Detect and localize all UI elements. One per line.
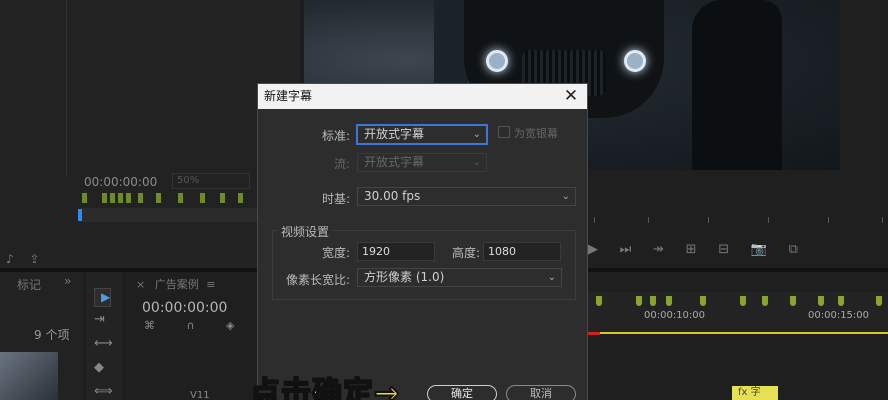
play-icon[interactable]: ▶ [588,242,598,257]
stream-value: 开放式字幕 [364,155,425,169]
timeline-marker[interactable] [876,296,882,306]
panel-divider [66,0,67,175]
height-label: 高度: [451,246,480,260]
marker [126,193,131,203]
widescreen-label: 为宽银幕 [514,127,558,140]
program-ruler [588,213,888,223]
standard-value: 开放式字幕 [364,127,425,141]
timeline-marker[interactable] [666,296,672,306]
timeline-marker[interactable] [762,296,768,306]
tab-close-icon[interactable]: × [136,278,145,291]
width-label: 宽度: [321,246,350,260]
item-count: 9 个项 [34,328,70,342]
marker [178,193,183,203]
caption-clip[interactable]: fx 字 [732,386,778,400]
person-silhouette [692,0,782,170]
headlight [486,50,508,72]
compare-icon[interactable]: ⧉ [789,242,798,257]
ripple-edit-tool-icon[interactable]: ⟷ [94,336,113,351]
timeline-marker[interactable] [818,296,824,306]
timeline-marker[interactable] [650,296,656,306]
widescreen-checkbox[interactable] [498,126,510,138]
selection-tool-icon[interactable]: ▶ [94,288,112,307]
stream-label: 流: [333,157,350,171]
new-captions-dialog: 新建字幕 ✕ 标准: 开放式字幕 ⌄ 为宽银幕 流: 开放式字幕 ⌄ 时基: 3… [257,83,588,400]
source-timecode[interactable]: 00:00:00:00 [84,175,157,189]
marker [238,193,243,203]
cancel-button[interactable]: 取消 [506,385,576,400]
zoom-select[interactable]: 50% [172,173,250,189]
chevron-down-icon: ⌄ [472,157,481,168]
timeline-marker[interactable] [596,296,602,306]
pixel-aspect-select[interactable]: 方形像素 (1.0) ⌄ [357,268,562,287]
timebase-label: 时基: [321,192,350,206]
marker [102,193,107,203]
timeline-timecode[interactable]: 00:00:00:00 [142,300,227,316]
headlight [624,50,646,72]
tab-menu-icon[interactable]: ≡ [206,278,215,291]
timebase-value: 30.00 fps [364,189,421,203]
track-select-tool-icon[interactable]: ⇥ [94,312,105,327]
marker [82,193,87,203]
timeline-marker[interactable] [838,296,844,306]
tab-markers[interactable]: 标记 [17,276,41,293]
overwrite-icon[interactable]: ⊟ [718,242,729,257]
pixel-aspect-label: 像素长宽比: [285,273,350,287]
tab-sequence[interactable]: × 广告案例 ≡ [136,276,215,292]
timeline-marker[interactable] [790,296,796,306]
stream-select[interactable]: 开放式字幕 ⌄ [357,153,487,172]
ok-button[interactable]: 确定 [427,385,497,400]
dialog-title: 新建字幕 [258,84,587,109]
timeline-marker[interactable] [636,296,642,306]
export-frame-icon[interactable]: 📷 [751,242,767,257]
timeline-marker[interactable] [700,296,706,306]
video-settings-group [272,230,576,300]
track-label[interactable]: V11 [190,390,210,400]
timebase-select[interactable]: 30.00 fps ⌄ [357,187,576,206]
time-label: 00:00:10:00 [644,310,706,321]
work-area-start [588,332,600,335]
marker [220,193,225,203]
chevron-down-icon: ⌄ [561,191,570,202]
chevron-down-icon: ⌄ [547,272,556,283]
height-input[interactable]: 1080 [483,242,561,261]
panel-overflow-chevron-icon[interactable]: » [64,274,71,288]
source-monitor-panel [0,0,300,268]
marker [138,193,143,203]
slip-tool-icon[interactable]: ⟺ [94,384,113,399]
work-area-bar[interactable] [600,332,888,334]
source-tool-icons[interactable]: ♪ ⇪ [6,252,46,266]
marker [110,193,115,203]
go-to-out-icon[interactable]: ↠ [653,242,664,257]
chevron-down-icon: ⌄ [472,129,481,140]
standard-label: 标准: [321,129,350,143]
pixel-aspect-value: 方形像素 (1.0) [364,270,445,284]
instruction-annotation: 点击确定→ [249,375,401,400]
timeline-marker[interactable] [740,296,746,306]
playhead-handle[interactable] [78,209,82,221]
marker [118,193,123,203]
sequence-name: 广告案例 [154,278,199,291]
clip-thumbnail[interactable] [0,352,58,400]
marker [200,193,205,203]
program-transport-controls: ▶ ⏭ ↠ ⊞ ⊟ 📷 ⧉ [588,242,798,257]
insert-icon[interactable]: ⊞ [686,242,697,257]
time-label: 00:00:15:00 [808,310,870,321]
close-icon[interactable]: ✕ [561,84,581,109]
marker [156,193,161,203]
width-input[interactable]: 1920 [357,242,435,261]
razor-tool-icon[interactable]: ◆ [94,360,104,375]
step-forward-icon[interactable]: ⏭ [620,242,632,257]
video-settings-title: 视频设置 [278,223,333,240]
standard-select[interactable]: 开放式字幕 ⌄ [357,125,487,144]
